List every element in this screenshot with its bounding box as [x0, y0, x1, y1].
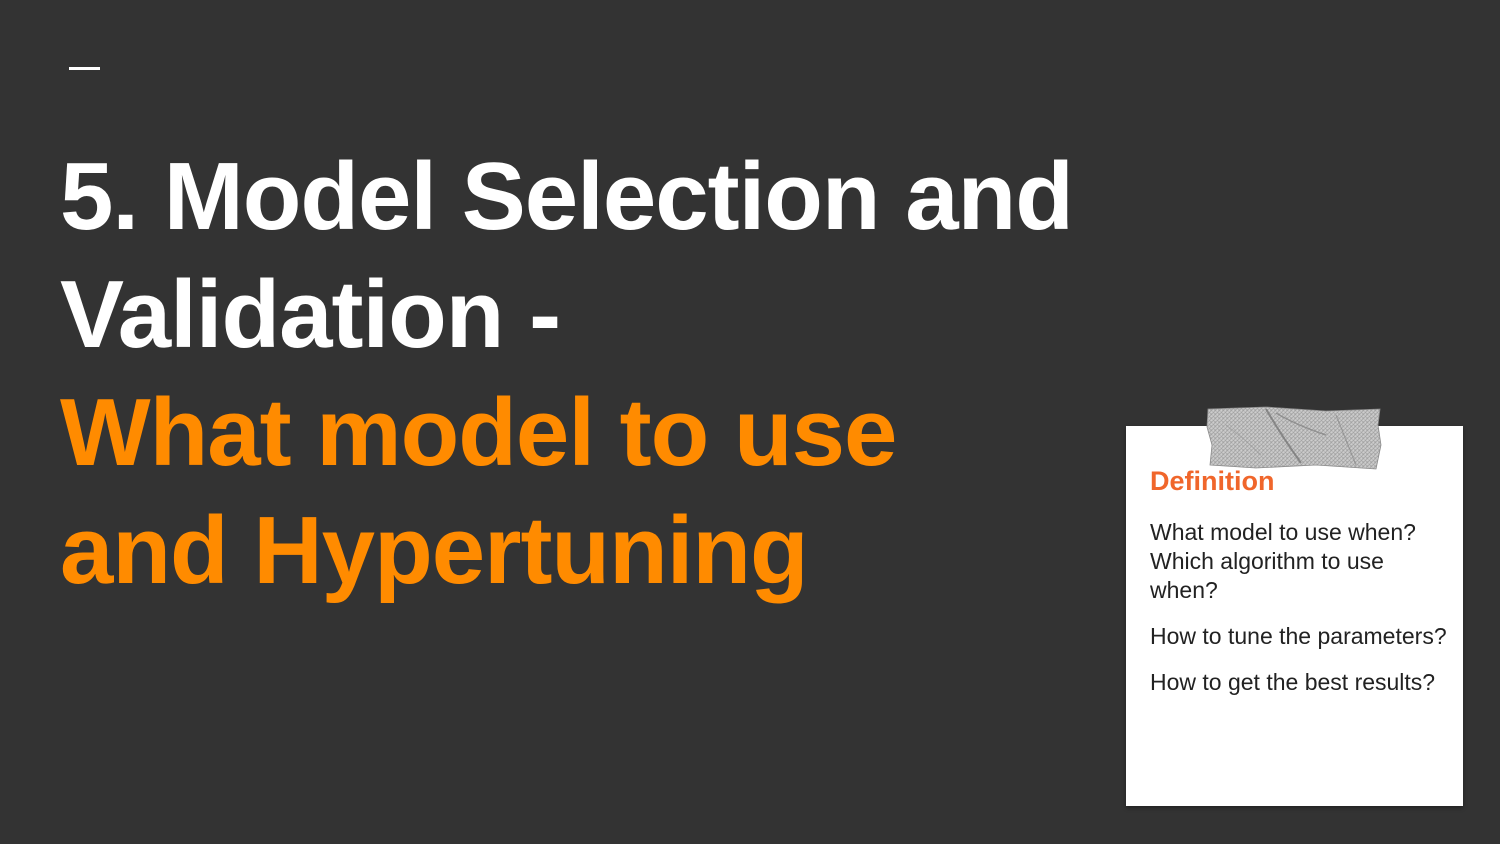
note-paragraph: What model to use when? Which algorithm …	[1150, 519, 1416, 603]
note-paragraph: How to get the best results?	[1150, 669, 1436, 695]
title-line-2: Validation -	[60, 261, 561, 368]
accent-dash	[69, 67, 100, 70]
slide-title: 5. Model Selection and Validation - What…	[60, 138, 1160, 610]
title-line-1: 5. Model Selection and	[60, 143, 1074, 250]
note-paragraph: How to tune the parameters?	[1150, 623, 1447, 649]
title-line-3: What model to use	[60, 379, 897, 486]
title-line-4: and Hypertuning	[60, 497, 809, 604]
note-body: What model to use when? Which algorithm …	[1150, 518, 1450, 714]
definition-note-card: Definition What model to use when? Which…	[1126, 426, 1463, 806]
tape-image	[1206, 406, 1382, 470]
slide: 5. Model Selection and Validation - What…	[0, 0, 1500, 844]
